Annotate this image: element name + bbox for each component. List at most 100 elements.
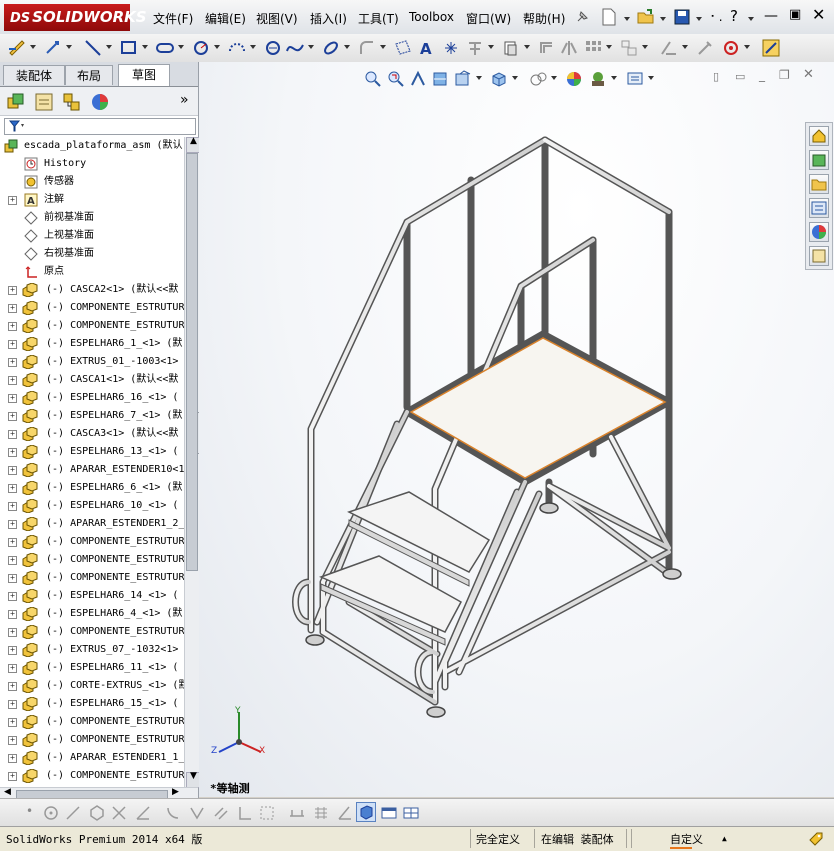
menu-toolbox[interactable]: Toolbox (409, 10, 454, 24)
expand-toggle-icon[interactable]: + (8, 754, 17, 763)
trim-entities-icon[interactable] (466, 39, 484, 57)
expand-toggle-icon[interactable]: + (8, 322, 17, 331)
rapid-sketch-icon[interactable] (762, 39, 780, 57)
menu-view[interactable]: 视图(V) (256, 10, 298, 27)
scroll-left-button[interactable]: ◀ (4, 787, 11, 797)
tree-item[interactable]: + (-) CASCA3<1> (默认<<默 (0, 425, 184, 443)
scroll-right-button[interactable]: ▶ (172, 787, 179, 797)
mirror-entities-icon[interactable] (560, 39, 578, 57)
configuration-manager-icon[interactable] (62, 92, 82, 112)
property-manager-icon[interactable] (34, 92, 54, 112)
tree-item[interactable]: + (-) ESPELHAR6_14_<1> ( (0, 587, 184, 605)
chevron-down-icon[interactable] (380, 45, 386, 49)
tree-item[interactable]: + (-) ESPELHAR6_6_<1> (默 (0, 479, 184, 497)
expand-toggle-icon[interactable]: + (8, 556, 17, 565)
line-tool-icon[interactable] (64, 804, 82, 822)
tree-item[interactable]: 原点 (0, 263, 184, 281)
move-entities-icon[interactable] (620, 39, 638, 57)
tree-item[interactable]: + (-) ESPELHAR6_15_<1> ( (0, 695, 184, 713)
chevron-down-icon[interactable] (642, 45, 648, 49)
expand-toggle-icon[interactable]: + (8, 340, 17, 349)
circle-tool-icon[interactable] (42, 804, 60, 822)
expand-toggle-icon[interactable]: + (8, 466, 17, 475)
expand-toggle-icon[interactable]: + (8, 502, 17, 511)
tab-layout[interactable]: 布局 (65, 65, 113, 85)
tree-item[interactable]: + (-) APARAR_ESTENDER10<1 (0, 461, 184, 479)
point-icon[interactable] (442, 39, 460, 57)
expand-toggle-icon[interactable]: + (8, 520, 17, 529)
platform-ladder-model[interactable] (199, 62, 834, 797)
menu-tools[interactable]: 工具(T) (358, 10, 399, 27)
fillet-icon[interactable] (358, 39, 376, 57)
appearances-scenes-icon[interactable] (809, 222, 829, 242)
repair-sketch-icon[interactable] (696, 39, 714, 57)
grid-tool-icon[interactable] (312, 804, 330, 822)
sketch-fillet-tool-icon[interactable] (164, 804, 182, 822)
chevron-down-icon[interactable] (682, 45, 688, 49)
expand-toggle-icon[interactable]: + (8, 772, 17, 781)
chevron-down-icon[interactable] (660, 17, 666, 21)
expand-toggle-icon[interactable]: + (8, 682, 17, 691)
offset-entities-icon[interactable] (538, 39, 556, 57)
tree-item[interactable]: 上视基准面 (0, 227, 184, 245)
rectangle-icon[interactable] (120, 39, 138, 57)
status-units-button[interactable]: 自定义 (670, 831, 703, 847)
plane-icon[interactable] (394, 39, 412, 57)
expand-toggle-icon[interactable]: + (8, 592, 17, 601)
chevron-down-icon[interactable] (524, 45, 530, 49)
tree-item[interactable]: + (-) ESPELHAR6_16_<1> ( (0, 389, 184, 407)
tree-item[interactable]: + (-) COMPONENTE_ESTRUTUR (0, 731, 184, 749)
display-relations-icon[interactable] (660, 39, 678, 57)
polygon-icon[interactable] (264, 39, 282, 57)
chevron-down-icon[interactable] (344, 45, 350, 49)
chevron-down-icon[interactable] (66, 45, 72, 49)
tree-item[interactable]: + (-) APARAR_ESTENDER1_2_ (0, 515, 184, 533)
quick-snaps-icon[interactable] (722, 39, 740, 57)
expand-toggle-icon[interactable]: + (8, 304, 17, 313)
menu-window[interactable]: 窗口(W) (466, 10, 511, 27)
tree-item[interactable]: + (-) COMPONENTE_ESTRUTUR (0, 767, 184, 785)
tree-item[interactable]: + (-) ESPELHAR6_1_<1> (默 (0, 335, 184, 353)
expand-toggle-icon[interactable]: + (8, 412, 17, 421)
split-panel-view-icon[interactable] (402, 804, 420, 822)
expand-toggle-icon[interactable]: + (8, 394, 17, 403)
pin-icon[interactable] (574, 9, 590, 25)
ellipse-icon[interactable] (322, 39, 340, 57)
expand-toggle-icon[interactable]: + (8, 286, 17, 295)
single-panel-view-icon[interactable] (380, 804, 398, 822)
angle-constraint-icon[interactable] (336, 804, 354, 822)
expand-toggle-icon[interactable]: + (8, 448, 17, 457)
sketch-icon[interactable] (8, 39, 26, 57)
tree-item[interactable]: + (-) COMPONENTE_ESTRUTUR (0, 569, 184, 587)
design-library-icon[interactable] (809, 150, 829, 170)
shaded-box-tool[interactable] (356, 802, 376, 822)
tab-sketch[interactable]: 草图 (118, 64, 170, 86)
scroll-up-button[interactable]: ▲ (186, 136, 200, 153)
tree-item[interactable]: + (-) COMPONENTE_ESTRUTUR (0, 623, 184, 641)
tree-item[interactable]: + (-) COMPONENTE_ESTRUTUR (0, 713, 184, 731)
chevron-down-icon[interactable] (308, 45, 314, 49)
chevron-right-double-icon[interactable]: » (180, 92, 189, 108)
tree-item[interactable]: + (-) CASCA1<1> (默认<<默 (0, 371, 184, 389)
tree-item[interactable]: + (-) COMPONENTE_ESTRUTUR (0, 533, 184, 551)
tree-item[interactable]: + (-) EXTRUS_07_-1032<1> (0, 641, 184, 659)
chevron-down-icon[interactable] (744, 45, 750, 49)
tree-item[interactable]: + (-) ESPELHAR6_4_<1> (默 (0, 605, 184, 623)
file-explorer-icon[interactable] (809, 174, 829, 194)
expand-toggle-icon[interactable]: + (8, 700, 17, 709)
tree-item[interactable]: + (-) COMPONENTE_ESTRUTUR (0, 299, 184, 317)
expand-toggle-icon[interactable]: + (8, 358, 17, 367)
custom-properties-icon[interactable] (809, 246, 829, 266)
display-manager-icon[interactable] (90, 92, 110, 112)
feature-manager-tree-icon[interactable] (6, 92, 26, 112)
chamfer-tool-icon[interactable] (188, 804, 206, 822)
chevron-down-icon[interactable] (748, 17, 754, 21)
help-icon[interactable]: ? (730, 7, 738, 25)
expand-toggle-icon[interactable]: + (8, 196, 17, 205)
scroll-down-button[interactable]: ▼ (186, 771, 200, 788)
arc-icon[interactable] (228, 39, 246, 57)
menu-insert[interactable]: 插入(I) (310, 10, 347, 27)
scroll-thumb[interactable] (186, 153, 198, 571)
new-document-icon[interactable] (601, 8, 617, 26)
parallel-tool-icon[interactable] (212, 804, 230, 822)
